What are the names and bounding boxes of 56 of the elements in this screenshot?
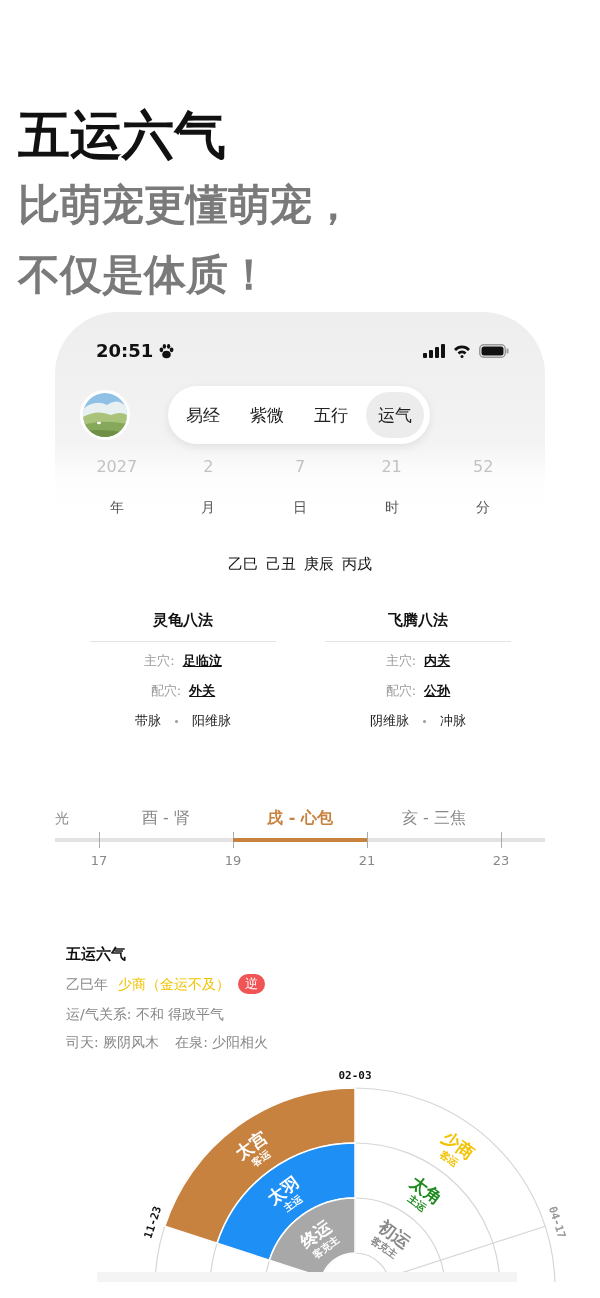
year-text: 乙巳年 bbox=[66, 975, 108, 994]
channel-name: 阴维脉 bbox=[370, 712, 409, 730]
subtitle-line: 不仅是体质！ bbox=[18, 249, 271, 301]
signal-icon bbox=[423, 344, 445, 358]
picker-unit: 月 bbox=[200, 498, 217, 517]
tab[interactable]: 紫微 bbox=[238, 392, 296, 438]
tick-label: 23 bbox=[491, 853, 511, 869]
field-label: 配穴: bbox=[150, 682, 182, 700]
wifi-icon bbox=[453, 344, 471, 358]
date-mark: 11-23 bbox=[141, 1204, 165, 1241]
tab[interactable]: 运气 bbox=[366, 392, 424, 438]
zaiquan-text: 在泉: 少阳相火 bbox=[175, 1033, 269, 1052]
tick-label: 21 bbox=[357, 853, 377, 869]
avatar[interactable] bbox=[80, 390, 130, 440]
timeline-label[interactable]: 酉 - 肾 bbox=[99, 806, 233, 830]
acupoint-link[interactable]: 内关 bbox=[424, 652, 451, 670]
headline: 五运六气 bbox=[18, 103, 227, 167]
tick-label: 17 bbox=[89, 853, 109, 869]
status-time: 20:51 bbox=[96, 339, 154, 363]
picker-unit: 时 bbox=[383, 498, 400, 517]
timeline-label[interactable]: 戌 - 心包 bbox=[233, 806, 367, 830]
badge: 逆 bbox=[238, 974, 265, 994]
relation-text: 运/气关系: 不和 得政平气 bbox=[66, 1005, 226, 1024]
date-mark: 04-17 bbox=[545, 1204, 569, 1241]
date-mark: 02-03 bbox=[338, 1069, 372, 1082]
tab[interactable]: 易经 bbox=[174, 392, 232, 438]
field-label: 主穴: bbox=[385, 652, 417, 670]
battery-icon bbox=[479, 344, 509, 358]
acupoint-link[interactable]: 外关 bbox=[189, 682, 216, 700]
picker-unit: 年 bbox=[108, 498, 125, 517]
tab[interactable]: 五行 bbox=[302, 392, 360, 438]
acupoint-link[interactable]: 足临泣 bbox=[182, 652, 222, 670]
field-label: 配穴: bbox=[385, 682, 417, 700]
sitian-text: 司天: 厥阴风木 bbox=[66, 1033, 160, 1052]
acupoint-link[interactable]: 公孙 bbox=[424, 682, 451, 700]
section-title: 五运六气 bbox=[66, 944, 127, 965]
channel-name: 带脉 bbox=[135, 712, 161, 730]
field-label: 主穴: bbox=[144, 652, 175, 670]
timeline-label[interactable]: 亥 - 三焦 bbox=[367, 806, 501, 830]
tick-label: 19 bbox=[223, 853, 243, 869]
picker-unit: 日 bbox=[292, 498, 308, 517]
timeline-label[interactable]: 光 bbox=[55, 806, 99, 830]
subtitle-line: 比萌宠更懂萌宠， bbox=[18, 179, 355, 231]
tick-mark bbox=[99, 832, 100, 848]
picker-unit: 分 bbox=[475, 498, 492, 517]
separator-dot bbox=[175, 719, 178, 723]
channel-name: 冲脉 bbox=[440, 712, 466, 730]
ganzhi-text: 乙巳 己丑 庚辰 丙戌 bbox=[227, 554, 373, 575]
paw-icon bbox=[158, 342, 176, 360]
section-title: 灵龟八法 bbox=[90, 609, 276, 642]
section-title: 飞腾八法 bbox=[325, 609, 511, 642]
channel-name: 阳维脉 bbox=[192, 712, 231, 730]
tick-mark bbox=[367, 832, 368, 848]
yun-text: 少商（金运不及） bbox=[118, 975, 230, 994]
tick-mark bbox=[501, 832, 502, 848]
separator-dot bbox=[423, 719, 426, 723]
